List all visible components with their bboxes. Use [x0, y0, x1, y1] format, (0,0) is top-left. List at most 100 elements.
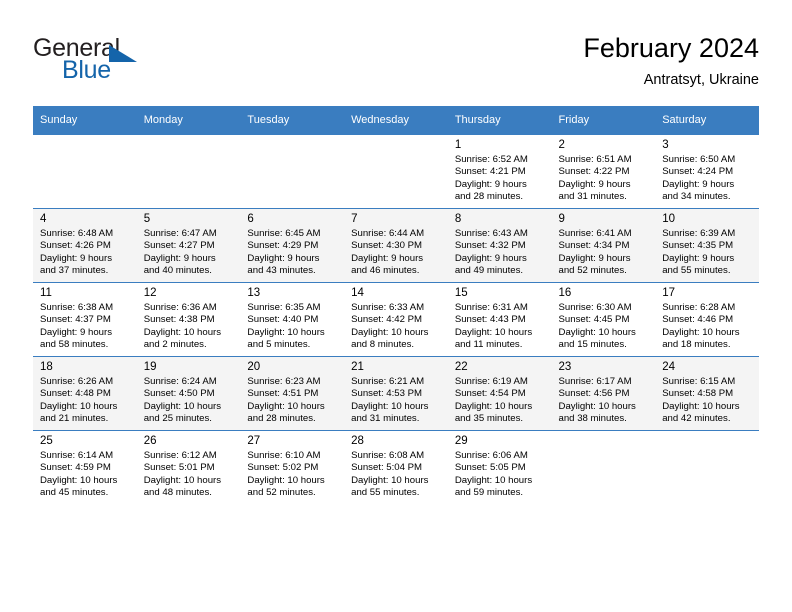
calendar-day-cell-inner: 15 Sunrise: 6:31 AM Sunset: 4:43 PM Dayli… [448, 283, 552, 353]
day-number: 8 [454, 213, 462, 225]
calendar-day-cell-empty [551, 430, 656, 504]
calendar-day-cell[interactable]: 9 Sunrise: 6:41 AM Sunset: 4:34 PM Daylig… [551, 208, 656, 283]
calendar-day-cell[interactable]: 2 Sunrise: 6:51 AM Sunset: 4:22 PM Daylig… [551, 134, 656, 209]
calendar-day-cell-empty [33, 134, 137, 209]
day-number: 2 [558, 139, 565, 151]
day-sun-info: Sunrise: 6:24 AM Sunset: 4:50 PM Dayligh… [143, 376, 222, 425]
calendar-day-cell-inner: 17 Sunrise: 6:28 AM Sunset: 4:46 PM Dayli… [655, 283, 759, 353]
calendar-day-cell-inner [655, 431, 759, 501]
calendar-week-row: 18 Sunrise: 6:26 AM Sunset: 4:48 PM Dayli… [33, 356, 759, 431]
calendar-day-cell[interactable]: 22 Sunrise: 6:19 AM Sunset: 4:54 PM Dayli… [447, 356, 552, 431]
calendar-day-cell[interactable]: 28 Sunrise: 6:08 AM Sunset: 5:04 PM Dayli… [344, 430, 448, 504]
calendar-day-cell[interactable]: 6 Sunrise: 6:45 AM Sunset: 4:29 PM Daylig… [240, 208, 345, 283]
day-sun-info: Sunrise: 6:43 AM Sunset: 4:32 PM Dayligh… [454, 228, 528, 277]
day-number: 11 [40, 287, 52, 299]
calendar-day-cell-inner: 6 Sunrise: 6:45 AM Sunset: 4:29 PM Daylig… [240, 209, 344, 279]
calendar-grid: Sunday Monday Tuesday Wednesday Thursday… [33, 106, 759, 504]
calendar-day-cell[interactable]: 15 Sunrise: 6:31 AM Sunset: 4:43 PM Dayli… [447, 282, 552, 357]
day-sun-info: Sunrise: 6:10 AM Sunset: 5:02 PM Dayligh… [247, 450, 325, 499]
calendar-day-cell[interactable]: 19 Sunrise: 6:24 AM Sunset: 4:50 PM Dayli… [136, 356, 241, 431]
day-number: 7 [351, 213, 358, 225]
calendar-day-cell-inner: 25 Sunrise: 6:14 AM Sunset: 4:59 PM Dayli… [33, 431, 137, 501]
day-sun-info: Sunrise: 6:35 AM Sunset: 4:40 PM Dayligh… [247, 302, 325, 351]
day-number: 10 [662, 213, 676, 225]
day-sun-info: Sunrise: 6:06 AM Sunset: 5:05 PM Dayligh… [454, 450, 533, 499]
calendar-day-cell[interactable]: 3 Sunrise: 6:50 AM Sunset: 4:24 PM Daylig… [655, 134, 759, 209]
day-number: 1 [454, 139, 462, 151]
calendar-day-cell-inner: 5 Sunrise: 6:47 AM Sunset: 4:27 PM Daylig… [137, 209, 241, 279]
day-number: 28 [351, 435, 364, 447]
calendar-day-cell-inner [137, 135, 241, 205]
day-sun-info: Sunrise: 6:08 AM Sunset: 5:04 PM Dayligh… [351, 450, 429, 499]
calendar-day-cell[interactable]: 12 Sunrise: 6:36 AM Sunset: 4:38 PM Dayli… [136, 282, 241, 357]
day-sun-info: Sunrise: 6:52 AM Sunset: 4:21 PM Dayligh… [454, 154, 528, 203]
weekday-header-friday: Friday [551, 106, 656, 135]
calendar-day-cell-inner: 18 Sunrise: 6:26 AM Sunset: 4:48 PM Dayli… [33, 357, 137, 427]
brand-logo[interactable]: General Blue [33, 34, 233, 94]
calendar-day-cell[interactable]: 1 Sunrise: 6:52 AM Sunset: 4:21 PM Daylig… [447, 134, 552, 209]
calendar-day-cell[interactable]: 21 Sunrise: 6:21 AM Sunset: 4:53 PM Dayli… [344, 356, 448, 431]
day-sun-info: Sunrise: 6:17 AM Sunset: 4:56 PM Dayligh… [558, 376, 636, 425]
weekday-header-saturday: Saturday [655, 106, 759, 135]
calendar-day-cell-inner: 7 Sunrise: 6:44 AM Sunset: 4:30 PM Daylig… [344, 209, 448, 279]
day-number: 20 [247, 361, 261, 373]
calendar-day-cell[interactable]: 20 Sunrise: 6:23 AM Sunset: 4:51 PM Dayli… [240, 356, 345, 431]
day-sun-info: Sunrise: 6:39 AM Sunset: 4:35 PM Dayligh… [662, 228, 736, 277]
calendar-day-cell-inner [240, 135, 344, 205]
calendar-week-row: 11 Sunrise: 6:38 AM Sunset: 4:37 PM Dayli… [33, 282, 759, 357]
calendar-day-cell[interactable]: 14 Sunrise: 6:33 AM Sunset: 4:42 PM Dayli… [344, 282, 448, 357]
calendar-page: General Blue February 2024 Antratsyt, Uk… [0, 0, 792, 612]
weekday-header-wednesday: Wednesday [344, 106, 448, 135]
calendar-day-cell[interactable]: 10 Sunrise: 6:39 AM Sunset: 4:35 PM Dayli… [655, 208, 759, 283]
calendar-day-cell[interactable]: 26 Sunrise: 6:12 AM Sunset: 5:01 PM Dayli… [136, 430, 241, 504]
calendar-day-cell-inner [344, 135, 448, 205]
day-number: 9 [558, 213, 565, 225]
calendar-day-cell-inner: 14 Sunrise: 6:33 AM Sunset: 4:42 PM Dayli… [344, 283, 448, 353]
calendar-week-row: 25 Sunrise: 6:14 AM Sunset: 4:59 PM Dayli… [33, 430, 759, 504]
calendar-day-cell-inner: 28 Sunrise: 6:08 AM Sunset: 5:04 PM Dayli… [344, 431, 448, 501]
day-sun-info: Sunrise: 6:33 AM Sunset: 4:42 PM Dayligh… [351, 302, 429, 351]
calendar-day-cell-inner: 19 Sunrise: 6:24 AM Sunset: 4:50 PM Dayli… [137, 357, 241, 427]
calendar-day-cell-empty [136, 134, 241, 209]
day-number: 17 [662, 287, 676, 299]
calendar-day-cell[interactable]: 13 Sunrise: 6:35 AM Sunset: 4:40 PM Dayli… [240, 282, 345, 357]
calendar-day-cell[interactable]: 23 Sunrise: 6:17 AM Sunset: 4:56 PM Dayli… [551, 356, 656, 431]
calendar-day-cell[interactable]: 18 Sunrise: 6:26 AM Sunset: 4:48 PM Dayli… [33, 356, 137, 431]
calendar-week-row: 1 Sunrise: 6:52 AM Sunset: 4:21 PM Daylig… [33, 134, 759, 209]
calendar-day-cell[interactable]: 24 Sunrise: 6:15 AM Sunset: 4:58 PM Dayli… [655, 356, 759, 431]
day-number: 29 [454, 435, 468, 447]
weekday-header-tuesday: Tuesday [240, 106, 345, 135]
day-sun-info: Sunrise: 6:15 AM Sunset: 4:58 PM Dayligh… [662, 376, 740, 425]
day-sun-info: Sunrise: 6:36 AM Sunset: 4:38 PM Dayligh… [143, 302, 222, 351]
day-number: 14 [351, 287, 364, 299]
day-sun-info: Sunrise: 6:41 AM Sunset: 4:34 PM Dayligh… [558, 228, 632, 277]
day-number: 12 [143, 287, 157, 299]
calendar-day-cell[interactable]: 4 Sunrise: 6:48 AM Sunset: 4:26 PM Daylig… [33, 208, 137, 283]
calendar-week-row: 4 Sunrise: 6:48 AM Sunset: 4:26 PM Daylig… [33, 208, 759, 283]
day-sun-info: Sunrise: 6:14 AM Sunset: 4:59 PM Dayligh… [40, 450, 118, 499]
calendar-day-cell-inner: 21 Sunrise: 6:21 AM Sunset: 4:53 PM Dayli… [344, 357, 448, 427]
calendar-day-cell[interactable]: 17 Sunrise: 6:28 AM Sunset: 4:46 PM Dayli… [655, 282, 759, 357]
calendar-day-cell[interactable]: 27 Sunrise: 6:10 AM Sunset: 5:02 PM Dayli… [240, 430, 345, 504]
day-number: 6 [247, 213, 254, 225]
calendar-day-cell-inner: 13 Sunrise: 6:35 AM Sunset: 4:40 PM Dayli… [240, 283, 344, 353]
calendar-day-cell[interactable]: 16 Sunrise: 6:30 AM Sunset: 4:45 PM Dayli… [551, 282, 656, 357]
day-sun-info: Sunrise: 6:21 AM Sunset: 4:53 PM Dayligh… [351, 376, 429, 425]
day-sun-info: Sunrise: 6:51 AM Sunset: 4:22 PM Dayligh… [558, 154, 632, 203]
brand-triangle-icon [109, 45, 137, 62]
calendar-day-cell[interactable]: 8 Sunrise: 6:43 AM Sunset: 4:32 PM Daylig… [447, 208, 552, 283]
calendar-day-cell[interactable]: 11 Sunrise: 6:38 AM Sunset: 4:37 PM Dayli… [33, 282, 137, 357]
calendar-day-cell[interactable]: 5 Sunrise: 6:47 AM Sunset: 4:27 PM Daylig… [136, 208, 241, 283]
calendar-day-cell-inner [552, 431, 656, 501]
day-number: 21 [351, 361, 364, 373]
day-sun-info: Sunrise: 6:45 AM Sunset: 4:29 PM Dayligh… [247, 228, 321, 277]
calendar-day-cell[interactable]: 7 Sunrise: 6:44 AM Sunset: 4:30 PM Daylig… [344, 208, 448, 283]
title-block: February 2024 Antratsyt, Ukraine [583, 32, 759, 90]
calendar-day-cell-inner: 24 Sunrise: 6:15 AM Sunset: 4:58 PM Dayli… [655, 357, 759, 427]
day-sun-info: Sunrise: 6:12 AM Sunset: 5:01 PM Dayligh… [143, 450, 222, 499]
calendar-day-cell[interactable]: 25 Sunrise: 6:14 AM Sunset: 4:59 PM Dayli… [33, 430, 137, 504]
day-sun-info: Sunrise: 6:30 AM Sunset: 4:45 PM Dayligh… [558, 302, 636, 351]
calendar-day-cell[interactable]: 29 Sunrise: 6:06 AM Sunset: 5:05 PM Dayli… [447, 430, 552, 504]
day-number: 18 [40, 361, 53, 373]
day-sun-info: Sunrise: 6:28 AM Sunset: 4:46 PM Dayligh… [662, 302, 740, 351]
